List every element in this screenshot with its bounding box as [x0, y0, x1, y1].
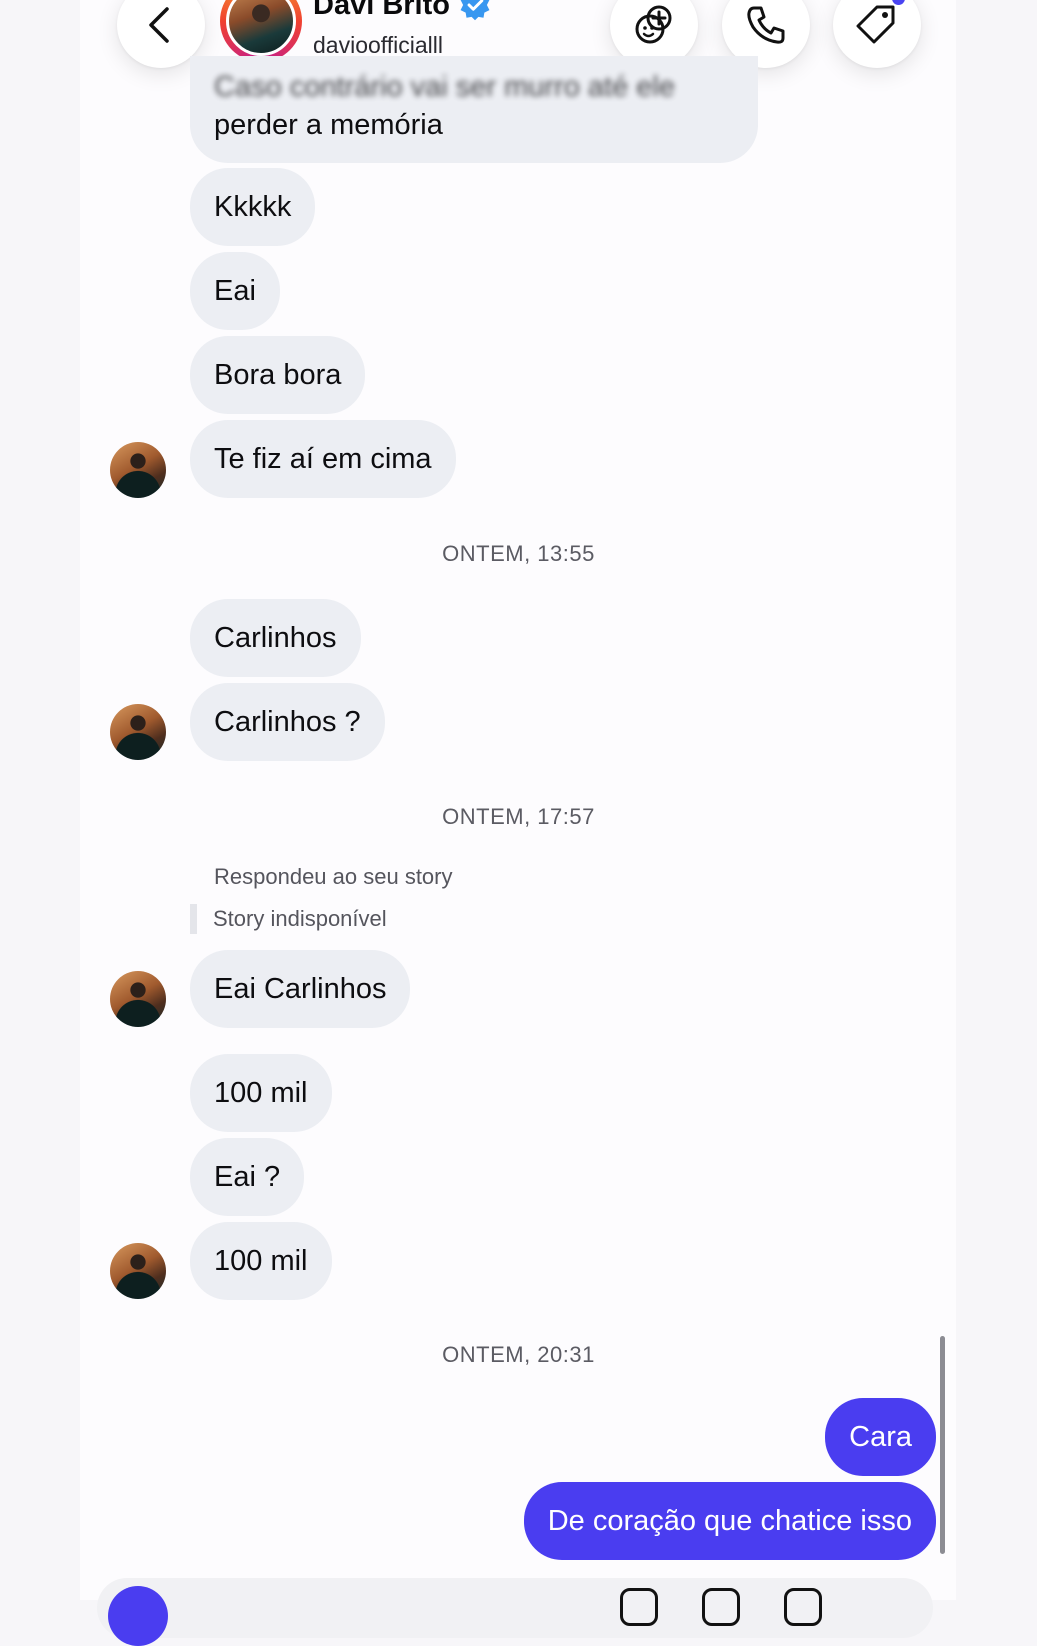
message-text: Eai Carlinhos	[214, 973, 387, 1005]
gallery-icon[interactable]	[702, 1588, 740, 1626]
contact-name[interactable]: Davi Brito	[313, 0, 492, 22]
story-reply-quote[interactable]: Story indisponível	[190, 904, 387, 934]
message-text: Carlinhos ?	[214, 706, 361, 738]
sent-message-bubble[interactable]: Cara	[825, 1398, 936, 1476]
message-text: Eai ?	[214, 1161, 281, 1193]
effects-icon	[635, 5, 672, 44]
message-text: Te fiz aí em cima	[214, 443, 432, 475]
avatar[interactable]	[110, 1243, 166, 1299]
back-icon	[149, 7, 169, 43]
microphone-icon[interactable]	[620, 1588, 658, 1626]
message-bubble[interactable]: 100 mil	[190, 1222, 332, 1300]
avatar[interactable]	[110, 971, 166, 1027]
message-bubble[interactable]: Eai ?	[190, 1138, 305, 1216]
blurred-text: Caso contrário vai ser murro até ele	[214, 71, 675, 103]
avatar[interactable]	[110, 704, 166, 760]
message-bubble[interactable]: Kkkkk	[190, 168, 316, 246]
message-bubble[interactable]: Eai Carlinhos	[190, 950, 411, 1028]
contact-handle[interactable]: davioofficialll	[313, 32, 443, 59]
message-text: De coração que chatice isso	[547, 1505, 912, 1537]
timestamp-separator: ONTEM, 17:57	[442, 804, 595, 829]
sent-message-bubble[interactable]: De coração que chatice isso	[523, 1482, 936, 1560]
message-bubble[interactable]: Carlinhos ?	[190, 683, 385, 761]
composer-actions	[620, 1588, 822, 1626]
message-text: perder a memória	[214, 109, 443, 141]
message-text: 100 mil	[214, 1245, 308, 1277]
avatar[interactable]	[110, 442, 166, 498]
scrollbar[interactable]	[940, 1336, 945, 1554]
timestamp-separator: ONTEM, 13:55	[442, 541, 595, 566]
message-text: Cara	[849, 1421, 912, 1453]
verified-badge-icon	[460, 0, 490, 21]
message-text: 100 mil	[214, 1077, 308, 1109]
message-bubble[interactable]: Te fiz aí em cima	[190, 420, 456, 498]
phone-icon	[747, 6, 785, 44]
message-text: Kkkkk	[214, 191, 292, 223]
message-text: Eai	[214, 275, 256, 307]
message-text: Carlinhos	[214, 622, 337, 654]
contact-name-text: Davi Brito	[313, 0, 450, 21]
message-bubble[interactable]: 100 mil	[190, 1054, 332, 1132]
message-bubble[interactable]: Caso contrário vai ser murro até ele per…	[190, 56, 758, 163]
sticker-icon[interactable]	[784, 1588, 822, 1626]
avatar-photo	[226, 0, 296, 56]
tag-icon	[856, 5, 895, 44]
message-bubble[interactable]: Eai	[190, 252, 280, 330]
message-bubble[interactable]: Carlinhos	[190, 599, 361, 677]
story-reply-label: Respondeu ao seu story	[214, 864, 453, 889]
camera-button[interactable]	[108, 1586, 168, 1646]
timestamp-separator: ONTEM, 20:31	[442, 1342, 595, 1367]
message-bubble[interactable]: Bora bora	[190, 336, 366, 414]
message-text: Bora bora	[214, 359, 342, 391]
